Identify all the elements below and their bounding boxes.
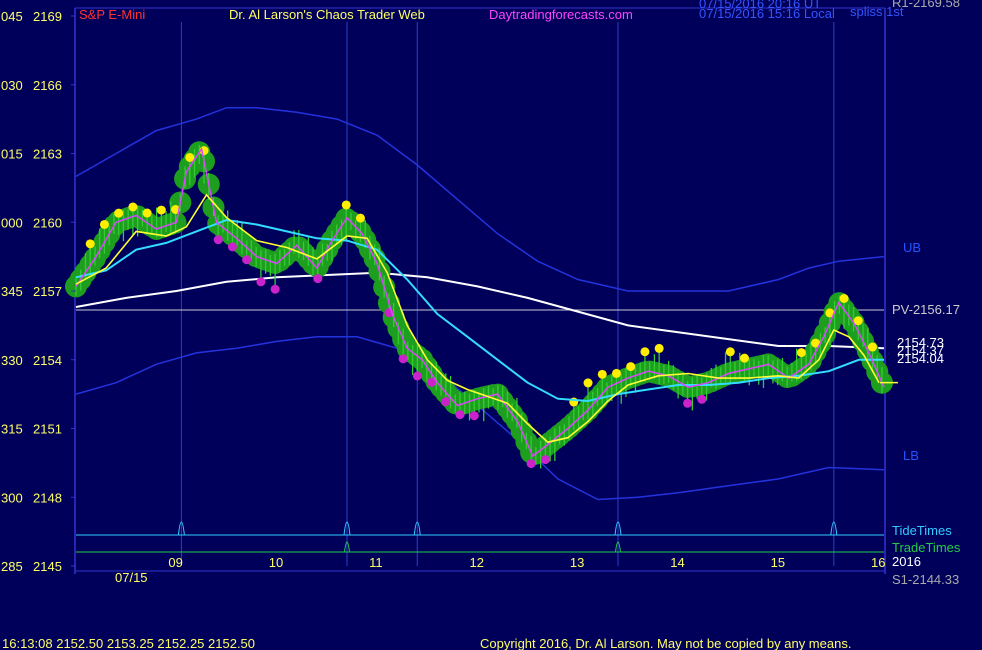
trade-times-label: TradeTimes xyxy=(892,540,961,555)
symbol-title: S&P E-Mini xyxy=(79,7,145,22)
yellow-signal-dot xyxy=(626,362,636,372)
r1-label: R1-2169.58 xyxy=(892,0,960,10)
y-tick-left-label: 000 xyxy=(1,215,23,230)
y-tick-price-label: 2145 xyxy=(33,559,62,574)
date-label: 07/15 xyxy=(115,570,148,585)
x-tick-label: 16 xyxy=(871,555,885,570)
yellow-signal-dot xyxy=(796,348,806,358)
x-tick-label: 15 xyxy=(771,555,785,570)
magenta-signal-dot xyxy=(526,459,536,469)
yellow-signal-dot xyxy=(85,239,95,249)
yellow-signal-dot xyxy=(142,208,152,218)
quote-readout: 16:13:08 2152.50 2153.25 2152.25 2152.50 xyxy=(2,636,255,650)
price-label-3: 2154.04 xyxy=(897,351,944,366)
magenta-signal-dot xyxy=(213,235,223,245)
y-tick-left-label: 315 xyxy=(1,422,23,437)
yellow-signal-dot xyxy=(839,293,849,303)
y-tick-price-label: 2166 xyxy=(33,78,62,93)
y-tick-left-label: 300 xyxy=(1,490,23,505)
x-tick-label: 10 xyxy=(269,555,283,570)
yellow-signal-dot xyxy=(868,342,878,352)
tide-times-label: TideTimes xyxy=(892,523,952,538)
yellow-signal-dot xyxy=(611,368,621,378)
yellow-signal-dot xyxy=(853,316,863,326)
x-tick-label: 13 xyxy=(570,555,584,570)
x-tick-label: 11 xyxy=(369,555,383,570)
lb-label: LB xyxy=(903,448,919,463)
y-tick-price-label: 2151 xyxy=(33,422,62,437)
y-tick-price-label: 2163 xyxy=(33,147,62,162)
chaos-trader-chart: 045 2169 030 2166 015 2163 000 2160 345 2157 330 21… xyxy=(0,0,982,650)
y-tick-left-label: 045 xyxy=(1,9,23,24)
website-link[interactable]: Daytradingforecasts.com xyxy=(489,7,633,22)
magenta-signal-dot xyxy=(256,277,266,287)
chart-title: Dr. Al Larson's Chaos Trader Web xyxy=(229,7,425,22)
year-label: 2016 xyxy=(892,554,921,569)
magenta-signal-dot xyxy=(313,274,323,284)
y-tick-price-label: 2169 xyxy=(33,9,62,24)
yellow-signal-dot xyxy=(128,202,138,212)
y-tick-price-label: 2157 xyxy=(33,284,62,299)
y-tick-left-label: 345 xyxy=(1,284,23,299)
magenta-signal-dot xyxy=(683,398,693,408)
magenta-signal-dot xyxy=(398,354,408,364)
magenta-signal-dot xyxy=(697,394,707,404)
magenta-signal-dot xyxy=(227,242,237,252)
y-tick-price-label: 2148 xyxy=(33,490,62,505)
yellow-signal-dot xyxy=(725,347,735,357)
x-tick-label: 14 xyxy=(670,555,684,570)
y-tick-price-label: 2160 xyxy=(33,215,62,230)
y-tick-left-label: 030 xyxy=(1,78,23,93)
magenta-signal-dot xyxy=(270,284,280,294)
magenta-signal-dot xyxy=(540,455,550,465)
ub-label: UB xyxy=(903,240,921,255)
copyright-notice: Copyright 2016, Dr. Al Larson. May not b… xyxy=(480,636,851,650)
magenta-signal-dot xyxy=(455,410,465,420)
x-tick-label: 12 xyxy=(469,555,483,570)
s1-label: S1-2144.33 xyxy=(892,572,959,587)
yellow-signal-dot xyxy=(99,219,109,229)
y-tick-left-label: 015 xyxy=(1,147,23,162)
yellow-signal-dot xyxy=(341,200,351,210)
y-tick-left-label: 285 xyxy=(1,559,23,574)
yellow-signal-dot xyxy=(640,347,650,357)
yellow-signal-dot xyxy=(739,353,749,363)
x-tick-label: 09 xyxy=(168,555,182,570)
timestamp-local: 07/15/2016 15:16 Local xyxy=(699,6,835,21)
pivot-label: PV-2156.17 xyxy=(892,302,960,317)
yellow-signal-dot xyxy=(654,343,664,353)
yellow-signal-dot xyxy=(583,378,593,388)
magenta-signal-dot xyxy=(412,371,422,381)
yellow-signal-dot xyxy=(114,208,124,218)
yellow-signal-dot xyxy=(355,213,365,223)
magenta-signal-dot xyxy=(469,411,479,421)
y-tick-left-label: 330 xyxy=(1,353,23,368)
y-tick-price-label: 2154 xyxy=(33,353,62,368)
magenta-signal-dot xyxy=(441,397,451,407)
magenta-signal-dot xyxy=(242,255,252,265)
yellow-signal-dot xyxy=(597,369,607,379)
yellow-signal-dot xyxy=(156,205,166,215)
